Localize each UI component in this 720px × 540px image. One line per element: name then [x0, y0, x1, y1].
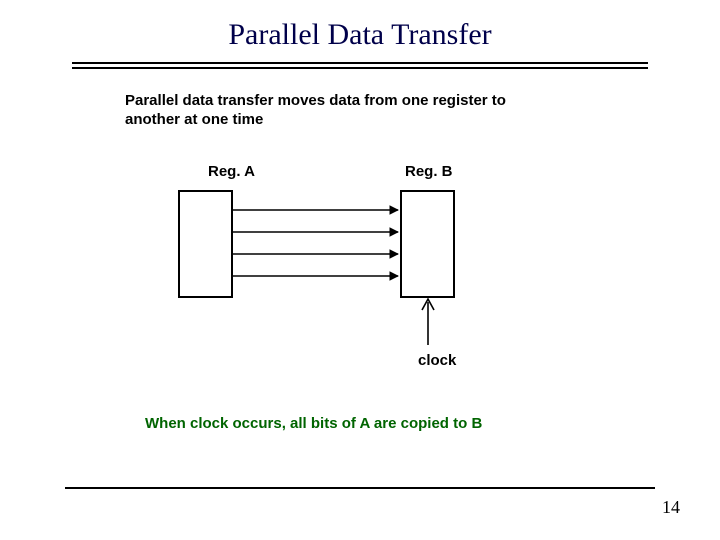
clock-label: clock	[418, 352, 456, 369]
slide: Parallel Data Transfer Parallel data tra…	[0, 0, 720, 540]
diagram-lines	[0, 0, 720, 540]
clock-note: When clock occurs, all bits of A are cop…	[145, 415, 482, 432]
page-number: 14	[662, 497, 680, 518]
footer-line	[65, 487, 655, 489]
